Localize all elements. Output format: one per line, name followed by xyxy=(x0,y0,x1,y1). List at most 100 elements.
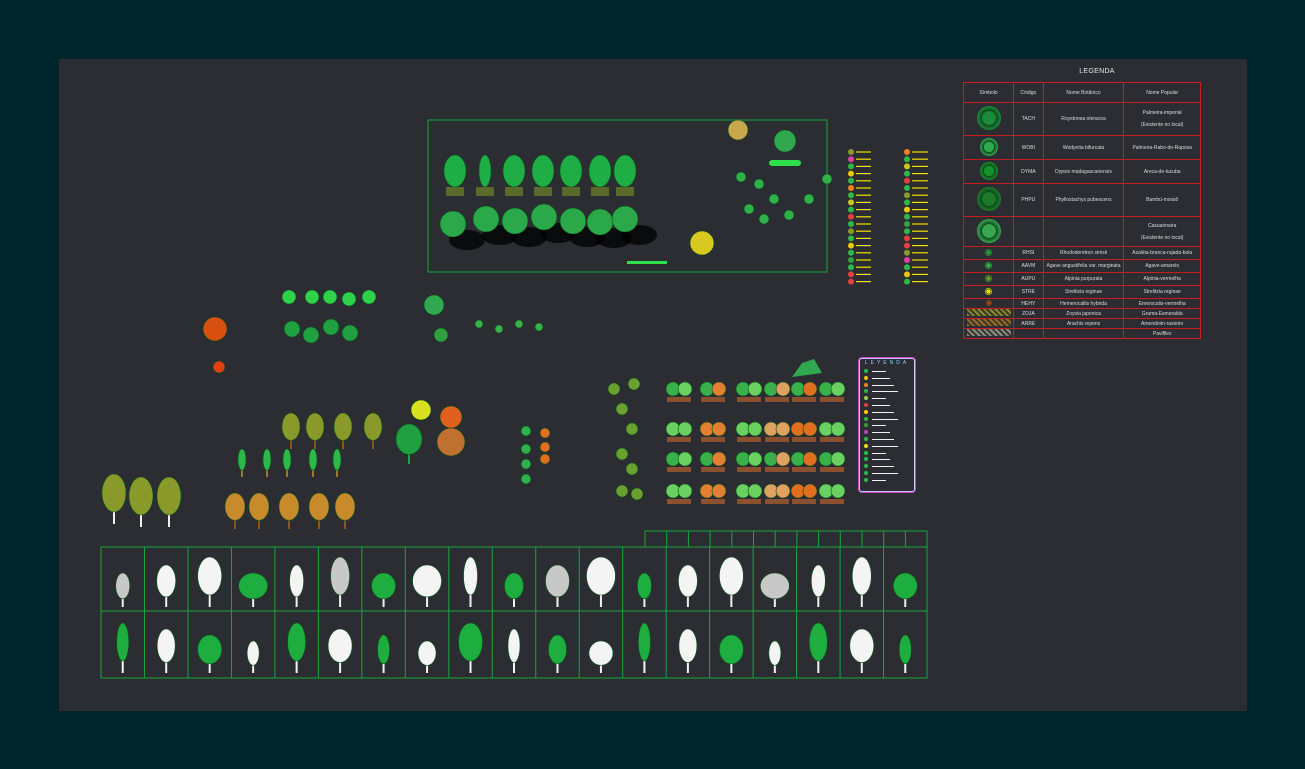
planter-icon xyxy=(820,397,844,402)
elevation-tree-icon xyxy=(811,564,826,607)
legend-popular: Strelitzia reginae xyxy=(1123,285,1201,299)
shrub-icon xyxy=(322,318,340,336)
elevation-tree-icon xyxy=(849,628,875,673)
elevation-tree-icon xyxy=(197,556,222,607)
leyenda-label-line xyxy=(872,377,890,379)
tree-plan-icon xyxy=(689,230,715,256)
flowering-tree-icon xyxy=(248,492,270,529)
legend-botanical: Hemerocallis hybrida xyxy=(1042,298,1125,309)
legend-symbol-cell xyxy=(962,259,1015,273)
shrub-icon xyxy=(615,484,629,498)
planter-icon xyxy=(765,467,789,472)
elevation-tree-icon xyxy=(412,564,442,607)
plant-swatch-icon xyxy=(864,375,868,380)
plant-swatch-icon xyxy=(904,242,910,249)
legend-code-text: ARRE xyxy=(1021,320,1036,327)
plant-swatch-icon xyxy=(904,257,910,263)
planter-icon xyxy=(737,437,761,442)
leyenda-item xyxy=(864,416,912,421)
shrub-icon xyxy=(520,458,532,470)
shrub-icon xyxy=(747,483,763,499)
legend-botanical: Rhododendron simsii xyxy=(1042,246,1125,260)
shrub-icon xyxy=(520,473,532,485)
legend-symbol-cell xyxy=(962,308,1015,319)
legend-symbol-cell xyxy=(962,159,1015,184)
legend-popular: Alpinia-vermelha xyxy=(1123,272,1201,286)
shrub-icon xyxy=(341,291,357,307)
elevation-tree-icon xyxy=(586,556,616,607)
elevation-tree-icon xyxy=(371,572,396,607)
tree-icon xyxy=(588,154,612,188)
planter-icon xyxy=(667,437,691,442)
legend-symbol-cell xyxy=(962,318,1015,329)
shrub-icon xyxy=(514,319,524,329)
legend-row: ZOJA Zoysia japonica Grama-Esmeralda xyxy=(962,308,1201,319)
hedge-icon xyxy=(769,160,801,166)
flowering-tree-icon xyxy=(334,492,356,529)
planter-icon xyxy=(737,397,761,402)
elevation-tree-icon xyxy=(504,572,524,607)
birch-icon xyxy=(156,476,182,527)
legend-header-row: Símbolo Código Nome Botânico Nome Popula… xyxy=(962,82,1201,103)
shrub-icon xyxy=(802,451,818,467)
legend-popular-note: (Existente no local) xyxy=(1140,122,1184,128)
legend-code-text: AAVM xyxy=(1021,263,1036,269)
groundcover-icon xyxy=(627,261,667,264)
legend-botanical-text: Rhododendron simsii xyxy=(1060,250,1107,256)
elevation-tree-icon xyxy=(156,564,177,607)
plant-swatch-icon xyxy=(864,396,868,401)
legend-botanical-text: Alpinia purpurata xyxy=(1064,276,1103,282)
birch-icon xyxy=(101,473,127,524)
tree-plan-icon xyxy=(472,205,500,233)
shrub-icon xyxy=(677,381,693,397)
drawing-canvas[interactable]: LEGENDA Símbolo Código Nome Botânico Nom… xyxy=(59,59,1247,711)
elevation-tree-icon xyxy=(287,622,306,673)
plant-swatch-icon xyxy=(848,264,854,271)
grass-hatch-icon xyxy=(966,309,1011,316)
elevation-tree-icon xyxy=(851,556,872,607)
shrub-icon xyxy=(792,359,822,377)
shrub-icon xyxy=(747,421,763,437)
legend-code-text: WOBI xyxy=(1021,144,1036,151)
leyenda-item xyxy=(864,369,912,373)
leyenda-item xyxy=(864,443,912,448)
elevation-tree-icon xyxy=(156,628,176,673)
deciduous-tree-icon xyxy=(363,412,383,449)
shrub-icon xyxy=(677,483,693,499)
leyenda-label-line xyxy=(872,459,890,461)
shrub-icon xyxy=(753,178,765,190)
legend-code: WOBI xyxy=(1013,135,1044,160)
plant-swatch-icon xyxy=(864,382,868,387)
leyenda-item xyxy=(864,403,912,407)
planter-icon xyxy=(820,499,844,504)
plant-swatch-icon xyxy=(904,199,910,206)
tree-plan-icon xyxy=(611,205,639,233)
birch-icon xyxy=(128,476,154,527)
planter-icon xyxy=(616,187,634,196)
shrub-icon xyxy=(281,289,297,305)
plant-swatch-icon xyxy=(848,170,854,177)
leyenda-label-line xyxy=(872,405,890,406)
elevation-tree-icon xyxy=(289,564,304,607)
plant-swatch-icon xyxy=(904,163,910,170)
plant-swatch-icon xyxy=(848,228,854,235)
leyenda-item xyxy=(864,464,912,469)
legend-popular-text: Strelitzia reginae xyxy=(1143,289,1181,295)
legend-popular-text: Emerocalis-vermelha xyxy=(1138,300,1186,307)
legend-botanical: Strelitzia reginae xyxy=(1042,285,1125,299)
planter-icon xyxy=(765,397,789,402)
leyenda-title: LEYENDA xyxy=(864,360,910,366)
legend-code: TACH xyxy=(1013,102,1044,136)
planter-icon xyxy=(446,187,464,196)
plant-swatch-icon xyxy=(904,185,910,191)
plant-swatch-icon xyxy=(904,271,910,278)
leyenda-label-line xyxy=(872,384,894,386)
elevation-tree-icon xyxy=(638,622,651,673)
legend-popular: Palmeira-Rabo-de-Raposa xyxy=(1123,135,1201,160)
plant-swatch-icon xyxy=(904,177,910,184)
legend-botanical-text: Roystonea oleracea xyxy=(1061,116,1106,122)
plant-swatch-icon xyxy=(864,430,868,435)
grid-header-strip xyxy=(644,530,928,548)
leyenda-item xyxy=(864,389,912,394)
planter-icon xyxy=(591,187,609,196)
